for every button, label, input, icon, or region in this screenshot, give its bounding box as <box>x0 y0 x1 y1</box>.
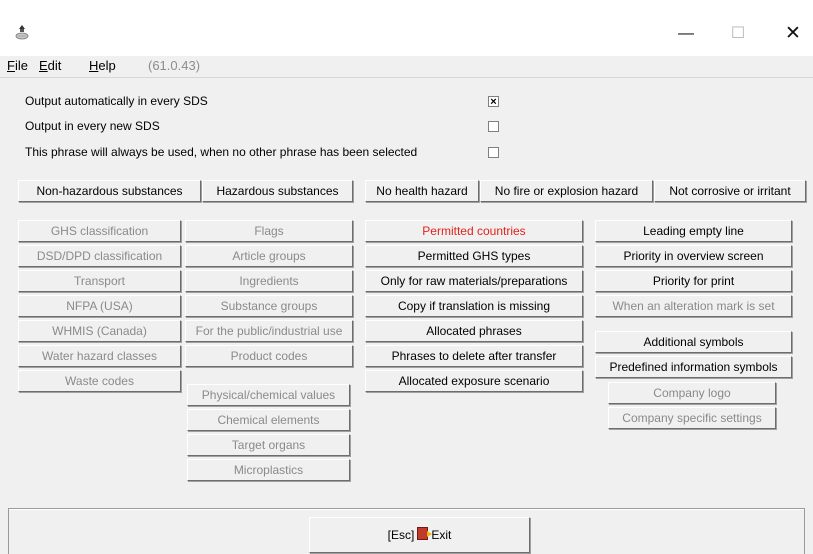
alteration-mark-button[interactable]: When an alteration mark is set <box>595 295 792 317</box>
company-specific-settings-button[interactable]: Company specific settings <box>608 407 776 429</box>
ghs-classification-button[interactable]: GHS classification <box>18 220 181 242</box>
no-fire-explosion-hazard-button[interactable]: No fire or explosion hazard <box>480 180 653 202</box>
not-corrosive-irritant-button[interactable]: Not corrosive or irritant <box>654 180 806 202</box>
footer-right-border <box>804 508 805 554</box>
water-hazard-classes-button[interactable]: Water hazard classes <box>18 345 181 367</box>
copy-if-translation-missing-button[interactable]: Copy if translation is missing <box>365 295 583 317</box>
exit-button[interactable]: [Esc] Exit <box>309 517 530 553</box>
footer-left-border <box>8 508 9 554</box>
version-label: (61.0.43) <box>148 58 201 73</box>
menu-file[interactable]: File <box>7 58 28 73</box>
app-icon <box>15 25 29 40</box>
option-label-auto-output: Output automatically in every SDS <box>25 94 208 108</box>
menu-edit-accelerator: E <box>39 58 48 73</box>
option-label-new-sds: Output in every new SDS <box>25 119 160 133</box>
footer-divider-highlight <box>8 509 805 510</box>
priority-overview-screen-button[interactable]: Priority in overview screen <box>595 245 792 267</box>
substance-groups-button[interactable]: Substance groups <box>185 295 353 317</box>
checkbox-always-used[interactable] <box>488 147 499 158</box>
microplastics-button[interactable]: Microplastics <box>187 459 350 481</box>
whmis-canada-button[interactable]: WHMIS (Canada) <box>18 320 181 342</box>
product-codes-button[interactable]: Product codes <box>185 345 353 367</box>
menu-file-accelerator: F <box>7 58 15 73</box>
menu-divider <box>0 77 813 78</box>
nfpa-usa-button[interactable]: NFPA (USA) <box>18 295 181 317</box>
leading-empty-line-button[interactable]: Leading empty line <box>595 220 792 242</box>
phrases-delete-after-transfer-button[interactable]: Phrases to delete after transfer <box>365 345 583 367</box>
chemical-elements-button[interactable]: Chemical elements <box>187 409 350 431</box>
priority-for-print-button[interactable]: Priority for print <box>595 270 792 292</box>
dsd-dpd-classification-button[interactable]: DSD/DPD classification <box>18 245 181 267</box>
company-logo-button[interactable]: Company logo <box>608 382 776 404</box>
permitted-countries-button[interactable]: Permitted countries <box>365 220 583 242</box>
maximize-button[interactable]: ☐ <box>718 20 758 48</box>
menu-edit-label-rest: dit <box>47 58 62 73</box>
physical-chemical-values-button[interactable]: Physical/chemical values <box>187 384 350 406</box>
option-label-always-used: This phrase will always be used, when no… <box>25 145 418 159</box>
menu-edit[interactable]: Edit <box>39 58 61 73</box>
waste-codes-button[interactable]: Waste codes <box>18 370 181 392</box>
menu-bar <box>0 56 813 76</box>
exit-door-icon <box>417 527 433 540</box>
minimize-button[interactable]: — <box>666 20 706 48</box>
allocated-phrases-button[interactable]: Allocated phrases <box>365 320 583 342</box>
menu-help[interactable]: Help <box>89 58 116 73</box>
non-hazardous-substances-button[interactable]: Non-hazardous substances <box>18 180 201 202</box>
target-organs-button[interactable]: Target organs <box>187 434 350 456</box>
ingredients-button[interactable]: Ingredients <box>185 270 353 292</box>
close-button[interactable]: ✕ <box>773 20 813 48</box>
public-industrial-use-button[interactable]: For the public/industrial use <box>185 320 353 342</box>
article-groups-button[interactable]: Article groups <box>185 245 353 267</box>
menu-help-label-rest: elp <box>98 58 116 73</box>
flags-button[interactable]: Flags <box>185 220 353 242</box>
menu-help-accelerator: H <box>89 58 99 73</box>
checkbox-auto-output[interactable]: × <box>488 96 499 108</box>
permitted-ghs-types-button[interactable]: Permitted GHS types <box>365 245 583 267</box>
hazardous-substances-button[interactable]: Hazardous substances <box>202 180 353 202</box>
predefined-information-symbols-button[interactable]: Predefined information symbols <box>595 356 792 378</box>
allocated-exposure-scenario-button[interactable]: Allocated exposure scenario <box>365 370 583 392</box>
transport-button[interactable]: Transport <box>18 270 181 292</box>
raw-materials-preparations-button[interactable]: Only for raw materials/preparations <box>365 270 583 292</box>
additional-symbols-button[interactable]: Additional symbols <box>595 331 792 353</box>
checkbox-new-sds[interactable] <box>488 121 499 132</box>
menu-file-label-rest: ile <box>14 58 28 73</box>
esc-label: [Esc] <box>387 528 415 542</box>
no-health-hazard-button[interactable]: No health hazard <box>365 180 479 202</box>
exit-label: Exit <box>431 528 452 542</box>
